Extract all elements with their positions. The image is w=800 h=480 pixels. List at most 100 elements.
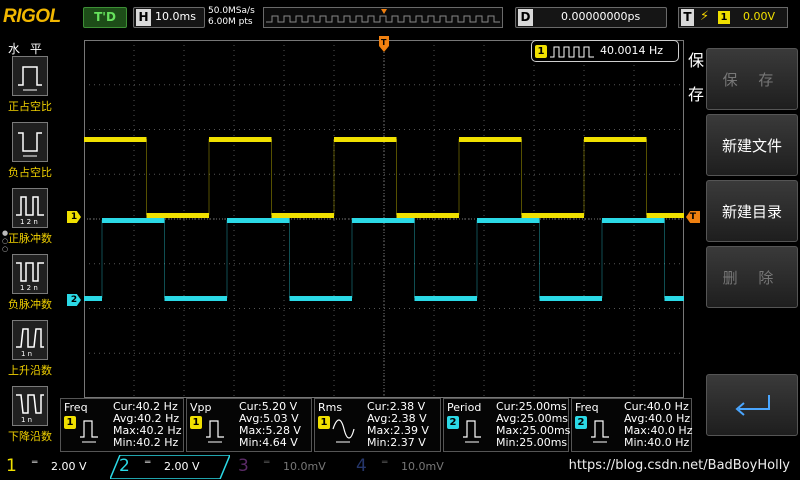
measurement-name: Rms [318, 401, 343, 414]
measurement-box-freq[interactable]: Freq 2 Cur:40.0 Hz Avg:40.0 Hz Max:40.0 Hz Mi… [571, 398, 692, 452]
vpp-measure-icon [206, 420, 224, 443]
menu-item-label: 正占空比 [8, 100, 52, 113]
trigger-position-marker[interactable]: T [378, 36, 390, 58]
trigger-display[interactable]: T ⚡ 1 0.00V [678, 7, 788, 28]
negative-pulse-count-icon: 1 2 n [12, 254, 48, 294]
measurement-name: Period [447, 401, 482, 414]
enter-button[interactable] [706, 374, 798, 436]
ch2-trace-segment [84, 296, 102, 301]
menu-item-rising-edge-count[interactable]: 1 n 上升沿数 [0, 320, 60, 384]
measurement-values: Cur:40.0 Hz Avg:40.0 Hz Max:40.0 Hz Min:40.… [624, 401, 692, 449]
trigger-level-marker[interactable]: T [686, 211, 700, 223]
enter-icon [735, 395, 770, 416]
ch4-tab[interactable]: 4 ═ 10.0mV [350, 455, 462, 479]
new-folder-button[interactable]: 新建目录 [706, 180, 798, 242]
measurement-channel: 1 [190, 416, 202, 429]
measurement-channel: 1 [64, 416, 76, 429]
negative-duty-icon [12, 122, 48, 162]
menu-item-label: 负脉冲数 [8, 298, 52, 311]
delete-button[interactable]: 删 除 [706, 246, 798, 308]
ch1-tab[interactable]: 1 ═ 2.00 V [0, 455, 112, 479]
delay-value: 0.00000000ps [561, 10, 641, 23]
ch1-offset-marker[interactable]: 1 [67, 211, 81, 223]
measurement-min: Min:40.0 Hz [624, 436, 690, 449]
ch2-tab[interactable]: 2 ═ 2.00 V [113, 455, 225, 479]
svg-text:1 2 n: 1 2 n [20, 284, 38, 292]
freq-measure-icon [80, 420, 98, 443]
measurement-min: Min:2.37 V [367, 436, 426, 449]
timebase-key: H [136, 9, 151, 26]
ch3-scale: 10.0mV [283, 460, 326, 473]
ch1-trace-segment [521, 213, 584, 218]
trigger-source: 1 [718, 11, 730, 24]
positive-duty-icon [12, 56, 48, 96]
ch4-coupling-icon: ═ [382, 458, 388, 468]
trigger-key: T [681, 9, 694, 26]
ch1-trace-segment [646, 213, 684, 218]
ch1-number: 1 [6, 456, 17, 476]
ch1-trace-segment [459, 137, 522, 142]
counter-channel: 1 [535, 45, 547, 58]
ch2-trace-segment [602, 218, 665, 223]
svg-text:1 2 n: 1 2 n [20, 218, 38, 226]
trigger-level: 0.00V [742, 10, 775, 23]
ch2-trace-segment [352, 218, 415, 223]
ch1-trace-segment [146, 213, 209, 218]
menu-item-positive-pulse-count[interactable]: 1 2 n 正脉冲数 [0, 188, 60, 252]
menu-item-positive-duty[interactable]: 正占空比 [0, 56, 60, 120]
ch3-number: 3 [238, 456, 249, 476]
trigger-position-icon [381, 9, 387, 14]
measurement-name: Freq [575, 401, 599, 414]
delay-display[interactable]: D 0.00000000ps [515, 7, 667, 28]
ch4-scale: 10.0mV [401, 460, 444, 473]
memory-depth: 6.00M pts [208, 17, 253, 27]
menu-item-negative-pulse-count[interactable]: 1 2 n 负脉冲数 [0, 254, 60, 318]
measurement-box-vpp[interactable]: Vpp 1 Cur:5.20 V Avg:5.03 V Max:5.28 V Min:4.… [186, 398, 312, 452]
ch3-tab[interactable]: 3 ═ 10.0mV [232, 455, 344, 479]
sample-rate: 50.0MSa/s [208, 6, 255, 16]
ch2-trace-segment [664, 296, 684, 301]
period-measure-icon [463, 420, 481, 443]
new-file-button[interactable]: 新建文件 [706, 114, 798, 176]
ch2-number: 2 [119, 456, 130, 476]
menu-item-falling-edge-count[interactable]: 1 n 下降沿数 [0, 386, 60, 450]
save-button[interactable]: 保 存 [706, 48, 798, 110]
ch1-trace-segment [584, 137, 647, 142]
ch4-number: 4 [356, 456, 367, 476]
ch1-scale: 2.00 V [51, 460, 87, 473]
measurement-box-period[interactable]: Period 2 Cur:25.00ms Avg:25.00ms Max:25.00ms… [443, 398, 570, 452]
waveform-display[interactable] [83, 39, 685, 399]
rms-measure-icon [332, 419, 355, 443]
measurement-values: Cur:5.20 V Avg:5.03 V Max:5.28 V Min:4.64 V [239, 401, 301, 449]
acquisition-info: 50.0MSa/s 6.00M pts [208, 6, 255, 28]
measurement-box-freq[interactable]: Freq 1 Cur:40.2 Hz Avg:40.2 Hz Max:40.2 Hz Mi… [60, 398, 184, 452]
ch2-trace-segment [289, 296, 352, 301]
measurement-box-rms[interactable]: Rms 1 Cur:2.38 V Avg:2.38 V Max:2.39 V Min:2.… [314, 398, 441, 452]
frequency-counter: 1 40.0014 Hz [531, 40, 679, 62]
menu-item-negative-duty[interactable]: 负占空比 [0, 122, 60, 186]
ch2-trace-segment [477, 218, 540, 223]
rising-edge-count-icon: 1 n [12, 320, 48, 360]
menu-title: 保存 [688, 51, 705, 104]
measurement-values: Cur:2.38 V Avg:2.38 V Max:2.39 V Min:2.37 V [367, 401, 429, 449]
ch2-trace-segment [414, 296, 477, 301]
ch2-offset-marker[interactable]: 2 [67, 294, 81, 306]
ch1-trace-segment [271, 213, 334, 218]
measurement-min: Min:40.2 Hz [113, 436, 179, 449]
measurement-channel: 1 [318, 416, 330, 429]
ch2-trace-segment [539, 296, 602, 301]
menu-item-label: 正脉冲数 [8, 232, 52, 245]
measurement-channel: 2 [575, 416, 587, 429]
menu-title: 水 平 [8, 42, 45, 56]
menu-item-label: 上升沿数 [8, 364, 52, 377]
memory-overview-bar[interactable] [263, 7, 503, 28]
brand-logo: RIGOL [3, 6, 61, 27]
waveform-grid [83, 39, 685, 399]
run-state-button[interactable]: T'D [83, 7, 127, 28]
ch1-trace-segment [334, 137, 397, 142]
freq-measure-icon [591, 420, 609, 443]
measurement-values: Cur:25.00ms Avg:25.00ms Max:25.00ms Min:25.… [496, 401, 570, 449]
timebase-display[interactable]: H 10.0ms [133, 7, 205, 28]
timebase-value: 10.0ms [155, 10, 196, 23]
ch2-trace-segment [102, 218, 165, 223]
